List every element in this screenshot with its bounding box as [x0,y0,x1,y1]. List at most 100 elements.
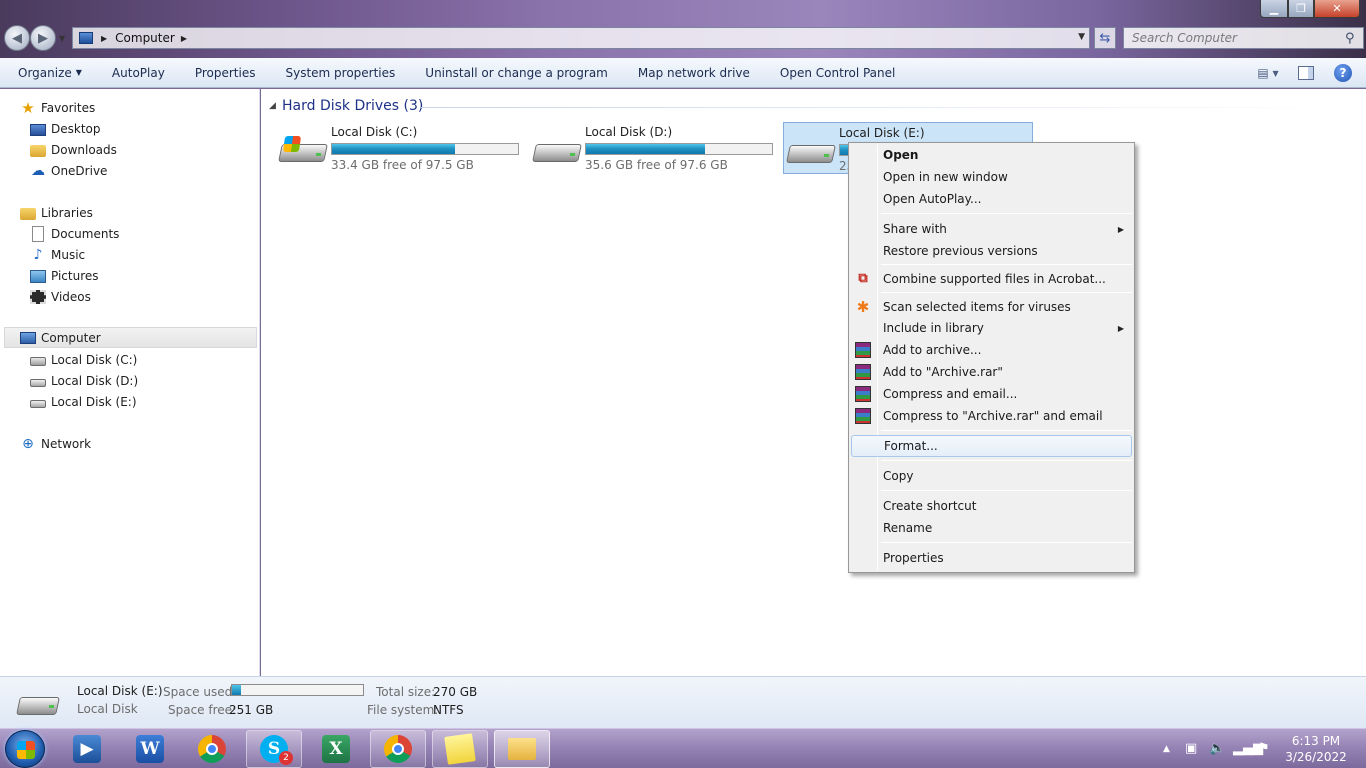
group-header[interactable]: Hard Disk Drives (3) [282,98,423,114]
taskbar-skype[interactable]: S2 [246,730,302,768]
menu-restore-versions[interactable]: Restore previous versions [851,240,1132,262]
antivirus-icon: ✱ [856,298,870,316]
nav-desktop[interactable]: Desktop [30,118,101,139]
drive-icon [30,379,46,387]
preview-pane-button[interactable] [1298,66,1314,80]
menu-scan-viruses[interactable]: ✱ Scan selected items for viruses [851,296,1132,318]
menu-compress-email[interactable]: Compress and email... [851,383,1132,405]
drive-icon [532,136,582,166]
nav-videos[interactable]: Videos [30,286,91,307]
show-hidden-icons[interactable]: ▲ [1163,744,1170,754]
folder-icon [508,738,536,760]
clock[interactable]: 6:13 PM 3/26/2022 [1282,733,1350,765]
refresh-button[interactable]: ⇆ [1094,27,1116,49]
organize-button[interactable]: Organize ▼ [0,58,97,88]
nav-favorites[interactable]: ★ Favorites [20,97,95,118]
menu-include-library[interactable]: Include in library ▶ [851,317,1132,339]
search-input[interactable]: Search Computer [1124,31,1345,45]
maximize-button[interactable]: ❐ [1288,0,1314,18]
chrome-icon [198,735,226,763]
start-button[interactable] [5,730,45,768]
breadcrumb-computer[interactable]: Computer [115,31,175,45]
nav-disk-c[interactable]: Local Disk (C:) [30,349,137,370]
menu-share-with[interactable]: Share with ▶ [851,218,1132,240]
drive-tile-d[interactable]: Local Disk (D:) 35.6 GB free of 97.6 GB [530,122,780,174]
uninstall-program-button[interactable]: Uninstall or change a program [410,58,623,88]
details-drive-name: Local Disk (E:) [77,684,163,698]
nav-onedrive[interactable]: ☁ OneDrive [30,160,107,181]
help-button[interactable]: ? [1334,64,1352,82]
nav-downloads[interactable]: Downloads [30,139,117,160]
change-view-button[interactable]: ▤ ▼ [1248,66,1288,80]
device-icon[interactable]: ▣ [1185,741,1197,756]
nav-documents[interactable]: Documents [30,223,119,244]
menu-add-archive-rar[interactable]: Add to "Archive.rar" [851,361,1132,383]
computer-icon [79,32,93,44]
minimize-button[interactable]: ▁ [1260,0,1288,18]
chevron-down-icon: ▼ [75,68,82,77]
menu-rename[interactable]: Rename [851,517,1132,539]
winrar-icon [855,342,871,358]
nav-music[interactable]: ♪ Music [30,244,86,265]
menu-properties[interactable]: Properties [851,547,1132,569]
menu-copy[interactable]: Copy [851,465,1132,487]
taskbar-sticky-notes[interactable] [432,730,488,768]
taskbar-word[interactable]: W [122,730,178,768]
menu-open-new-window[interactable]: Open in new window [851,166,1132,188]
chrome-icon [384,735,412,763]
address-bar[interactable]: ▶ Computer ▶ ▼ [72,27,1090,49]
nav-pictures[interactable]: Pictures [30,265,99,286]
menu-format[interactable]: Format... [851,435,1132,457]
music-icon: ♪ [33,246,43,263]
nav-network[interactable]: ⊕ Network [20,433,91,454]
arrow-right-icon: ▶ [38,30,48,46]
action-center-flag-icon[interactable]: ⚑ [1258,741,1270,756]
clock-time: 6:13 PM [1291,734,1341,748]
collapse-group-icon[interactable]: ◢ [269,101,276,111]
drive-tile-c[interactable]: Local Disk (C:) 33.4 GB free of 97.5 GB [276,122,526,174]
volume-icon[interactable]: 🔈 [1209,741,1225,756]
nav-disk-d[interactable]: Local Disk (D:) [30,370,138,391]
map-network-drive-button[interactable]: Map network drive [623,58,765,88]
open-control-panel-button[interactable]: Open Control Panel [765,58,910,88]
taskbar-excel[interactable]: X [308,730,364,768]
content-area: ◢ Hard Disk Drives (3) Local Disk (C:) 3… [261,89,1366,676]
nav-disk-e[interactable]: Local Disk (E:) [30,391,137,412]
windows-drive-icon [278,136,328,166]
command-bar: Organize ▼ AutoPlay Properties System pro… [0,58,1366,88]
address-dropdown-icon[interactable]: ▼ [1078,32,1085,42]
arrow-left-icon: ◀ [12,30,22,46]
nav-libraries[interactable]: Libraries [20,202,93,223]
system-properties-button[interactable]: System properties [270,58,410,88]
forward-button[interactable]: ▶ [30,25,56,51]
menu-combine-acrobat[interactable]: ⧉ Combine supported files in Acrobat... [851,268,1132,290]
search-box[interactable]: Search Computer ⚲ [1123,27,1364,49]
drive-icon [786,137,836,167]
properties-button[interactable]: Properties [180,58,271,88]
menu-open-autoplay[interactable]: Open AutoPlay... [851,188,1132,210]
recent-pages-dropdown[interactable]: ▼ [59,34,65,43]
back-button[interactable]: ◀ [4,25,30,51]
taskbar-explorer[interactable] [494,730,550,768]
desktop-icon [30,123,46,136]
drive-icon [30,400,46,408]
taskbar-media-player[interactable]: ▶ [59,730,115,768]
drive-usage-bar [585,143,773,155]
breadcrumb-arrow-icon[interactable]: ▶ [101,34,107,43]
menu-create-shortcut[interactable]: Create shortcut [851,495,1132,517]
refresh-icon: ⇆ [1099,30,1111,46]
menu-open[interactable]: Open [851,144,1132,166]
taskbar-chrome-2[interactable] [370,730,426,768]
context-menu: Open Open in new window Open AutoPlay...… [848,142,1135,573]
menu-compress-rar-email[interactable]: Compress to "Archive.rar" and email [851,405,1132,427]
search-icon[interactable]: ⚲ [1345,31,1363,46]
nav-computer[interactable]: Computer [4,327,257,348]
menu-add-archive[interactable]: Add to archive... [851,339,1132,361]
winrar-icon [855,386,871,402]
taskbar-chrome[interactable] [184,730,240,768]
autoplay-button[interactable]: AutoPlay [97,58,180,88]
breadcrumb-arrow-icon[interactable]: ▶ [181,34,187,43]
windows-drive-icon [30,357,46,366]
drive-free-space: 35.6 GB free of 97.6 GB [585,158,728,172]
close-button[interactable]: ✕ [1314,0,1360,18]
